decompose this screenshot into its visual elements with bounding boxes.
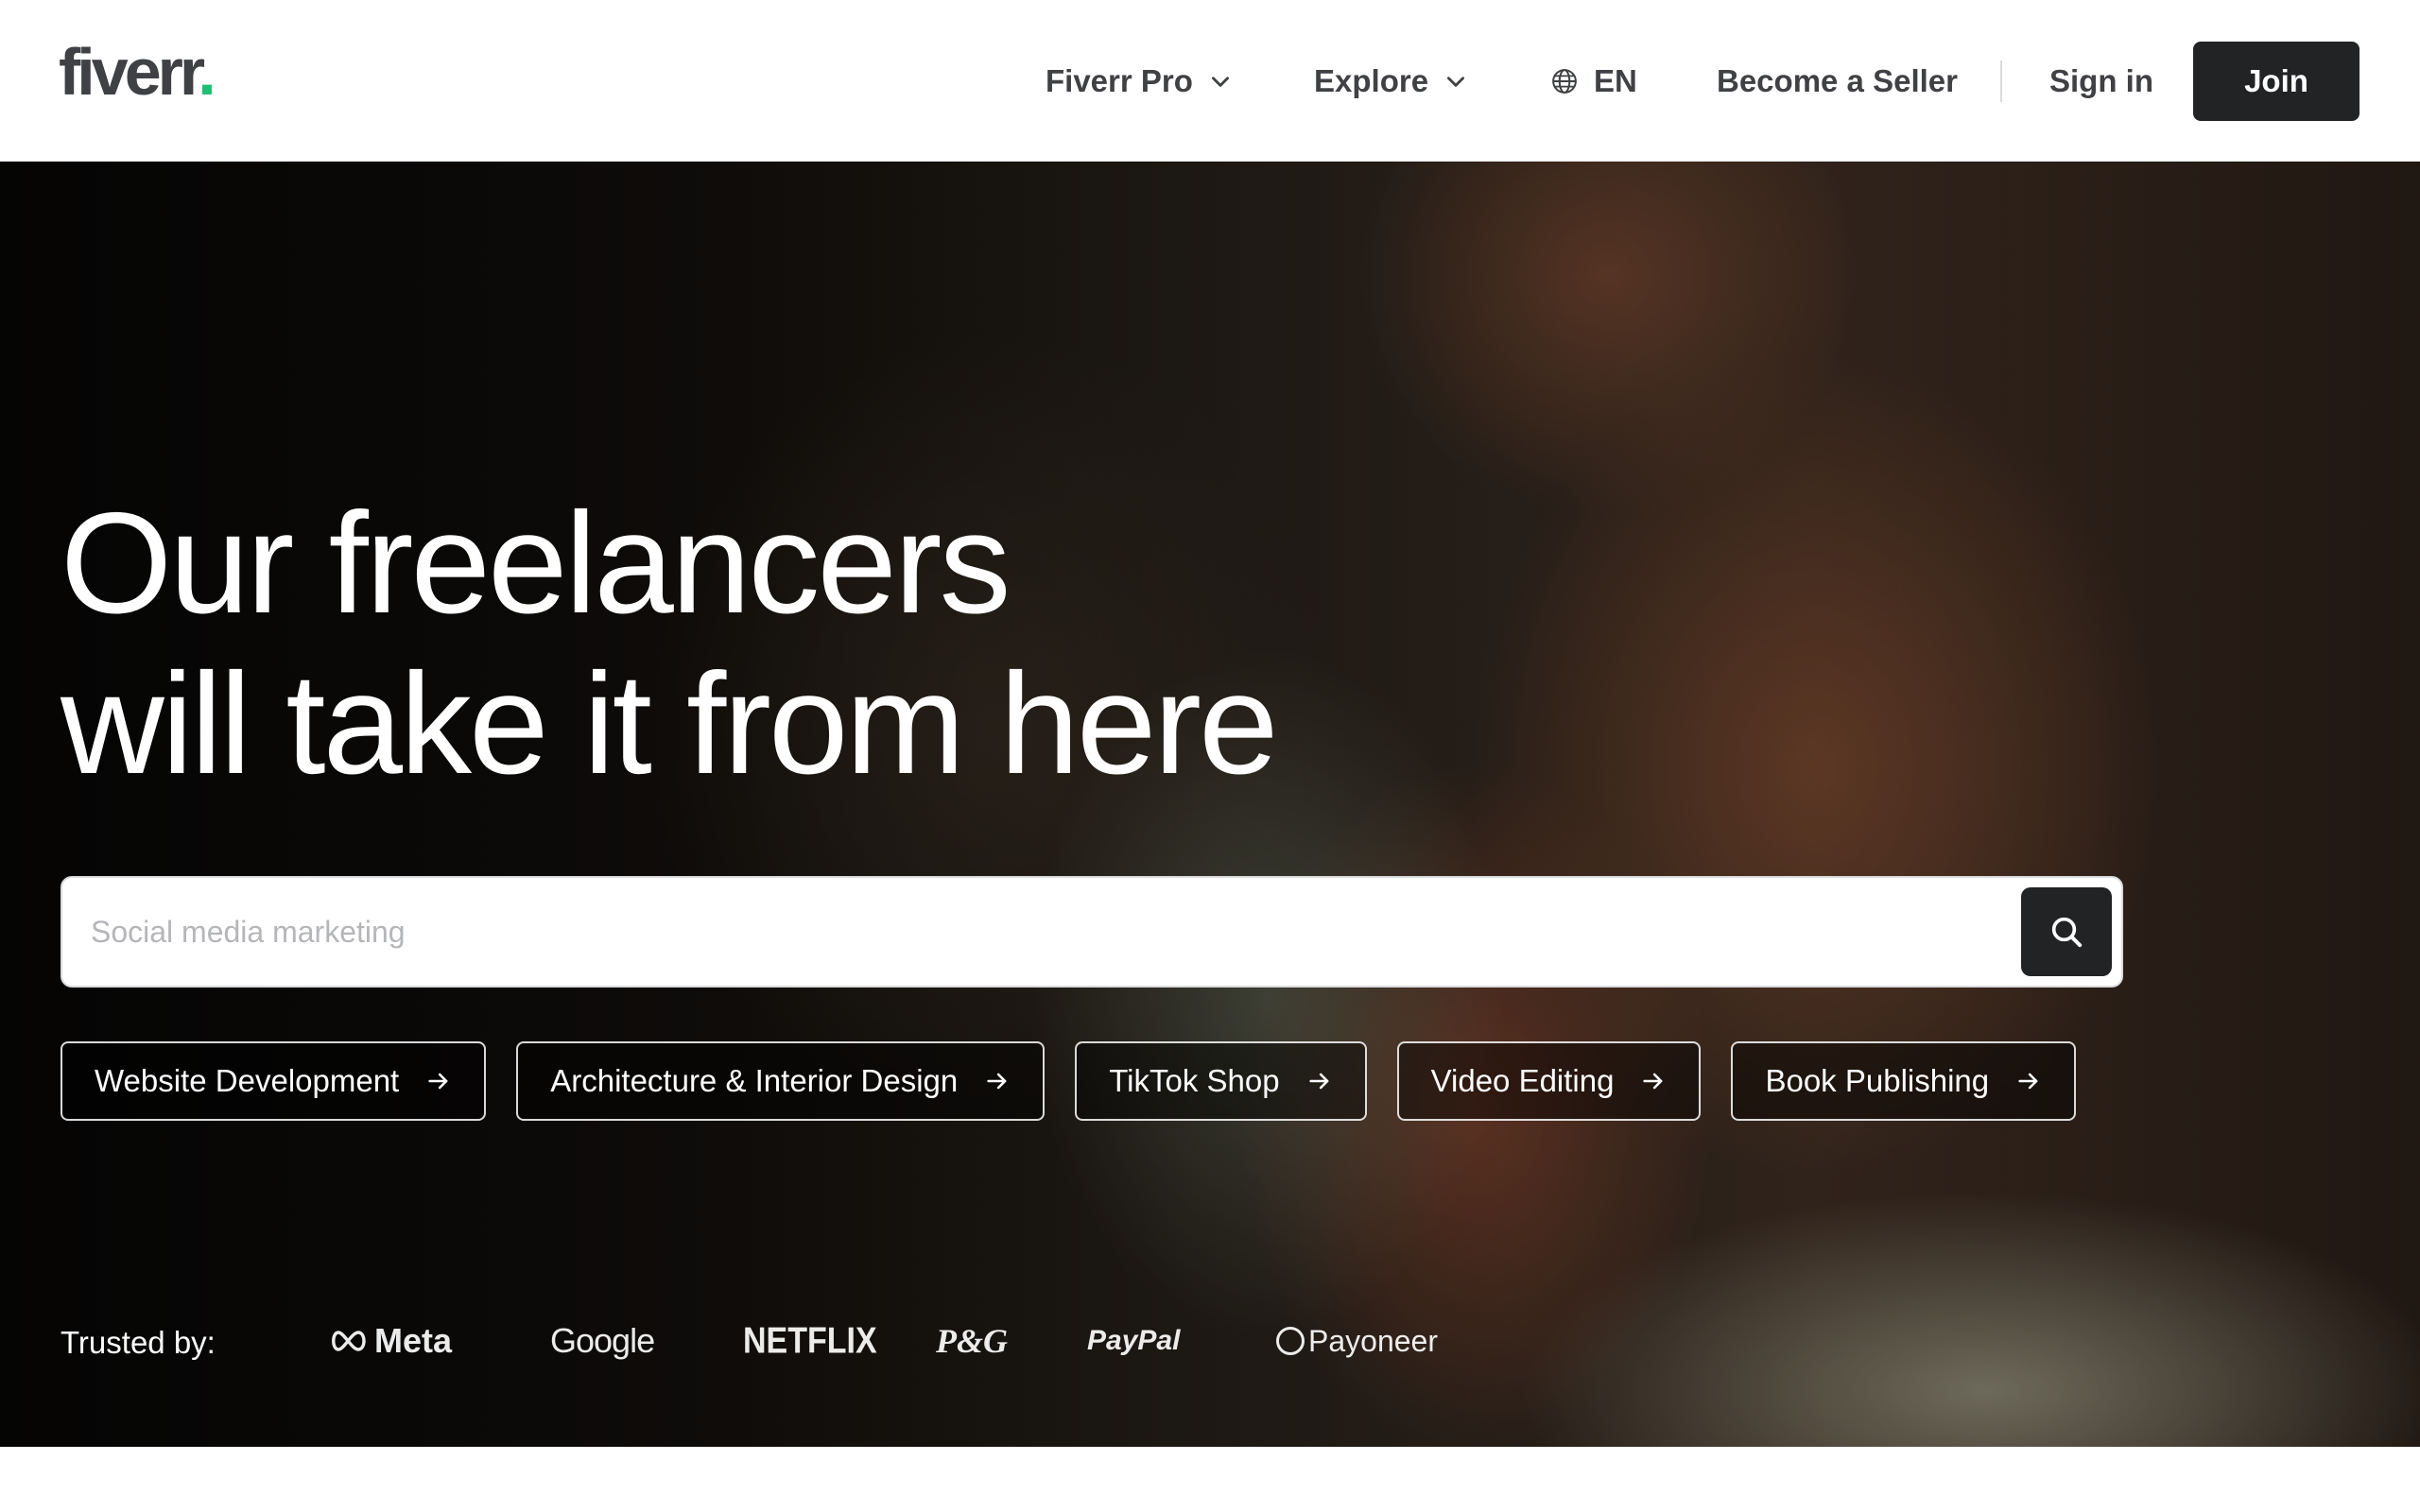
arrow-right-icon	[2018, 1073, 2038, 1090]
popular-services: Website Development Architecture & Inter…	[60, 1041, 2077, 1121]
page-below-hero	[0, 1447, 2420, 1512]
google-logo: Google	[550, 1311, 655, 1371]
chip-tiktok-shop[interactable]: TikTok Shop	[1075, 1041, 1367, 1121]
chip-website-development[interactable]: Website Development	[60, 1041, 487, 1121]
chip-video-editing[interactable]: Video Editing	[1396, 1041, 1702, 1121]
arrow-right-icon	[1308, 1073, 1329, 1090]
fiverr-logo[interactable]: fiverr.	[59, 34, 216, 110]
hero-title-line-2: will take it from here	[60, 644, 1279, 804]
payoneer-logo-text: Payoneer	[1308, 1323, 1438, 1358]
nav-fiverr-pro-label: Fiverr Pro	[1046, 63, 1193, 98]
search-icon	[2051, 917, 2083, 948]
netflix-logo-text: NETFLIX	[743, 1319, 877, 1362]
payoneer-logo: Payoneer	[1276, 1311, 1438, 1371]
chip-label: TikTok Shop	[1109, 1063, 1280, 1098]
trusted-by-label: Trusted by:	[60, 1325, 216, 1360]
join-button-label: Join	[2244, 63, 2308, 98]
meta-logo-text: Meta	[374, 1321, 453, 1360]
google-logo-text: Google	[550, 1321, 655, 1360]
meta-logo: Meta	[329, 1311, 452, 1371]
nav-become-seller-label: Become a Seller	[1717, 63, 1958, 98]
globe-icon	[1552, 69, 1577, 94]
chip-label: Book Publishing	[1765, 1063, 1990, 1098]
search-input[interactable]	[91, 878, 1981, 986]
search-button[interactable]	[2021, 887, 2112, 976]
logo-dot: .	[198, 35, 216, 109]
hero-title-line-1: Our freelancers	[60, 483, 1011, 644]
hero-title: Our freelancers will take it from here	[60, 483, 1478, 804]
netflix-logo: NETFLIX	[743, 1306, 877, 1376]
nav-become-seller[interactable]: Become a Seller	[1717, 42, 1958, 121]
chip-label: Architecture & Interior Design	[550, 1063, 959, 1098]
meta-infinity-icon	[332, 1331, 366, 1351]
arrow-right-icon	[1643, 1073, 1663, 1090]
chip-label: Video Editing	[1430, 1063, 1615, 1098]
arrow-right-icon	[428, 1073, 448, 1090]
chevron-down-icon	[1447, 77, 1465, 87]
join-button[interactable]: Join	[2193, 42, 2360, 121]
nav-language-label: EN	[1594, 63, 1637, 98]
nav-sign-in-label: Sign in	[2049, 63, 2153, 98]
pg-logo-text: P&G	[936, 1322, 1008, 1360]
nav-divider	[2000, 60, 2002, 102]
nav-explore[interactable]: Explore	[1314, 42, 1468, 121]
site-header: fiverr. Fiverr Pro Explore EN Become a S…	[0, 0, 2420, 162]
hero-video-background: Our freelancers will take it from here W…	[0, 162, 2420, 1447]
logo-text: fiverr	[59, 35, 201, 109]
paypal-logo: PayPal	[1087, 1311, 1180, 1371]
chip-book-publishing[interactable]: Book Publishing	[1731, 1041, 2077, 1121]
payoneer-ring-icon	[1276, 1327, 1305, 1355]
search-bar	[60, 876, 2123, 988]
chevron-down-icon	[1211, 77, 1229, 87]
paypal-logo-text: PayPal	[1087, 1325, 1181, 1356]
trusted-by: Trusted by:	[60, 1313, 216, 1373]
pg-logo: P&G	[936, 1311, 1008, 1371]
chip-label: Website Development	[95, 1063, 400, 1098]
nav-language[interactable]: EN	[1550, 42, 1637, 121]
hero-overlay	[0, 162, 2420, 1447]
arrow-right-icon	[987, 1073, 1007, 1090]
chip-architecture-interior-design[interactable]: Architecture & Interior Design	[516, 1041, 1046, 1121]
nav-fiverr-pro[interactable]: Fiverr Pro	[1046, 42, 1233, 121]
nav-explore-label: Explore	[1314, 63, 1429, 98]
nav-sign-in[interactable]: Sign in	[2049, 42, 2153, 121]
